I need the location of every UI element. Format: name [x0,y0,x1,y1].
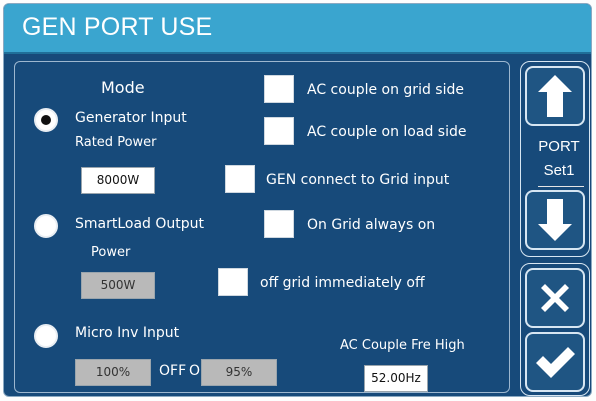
rated-power-field[interactable]: 8000W [81,167,155,194]
ac-couple-fre-high-label: AC Couple Fre High [340,338,465,353]
ac-couple-grid-label: AC couple on grid side [307,82,464,98]
off-grid-immediately-checkbox[interactable] [218,268,248,296]
mode-heading: Mode [101,78,145,97]
radio-selected-dot [41,115,51,125]
page-title: GEN PORT USE [22,13,213,41]
up-arrow-icon [538,75,572,117]
rated-power-label: Rated Power [75,135,157,150]
smartload-output-label: SmartLoad Output [75,216,205,232]
port-label: PORT [538,138,580,155]
port-value: Set1 [543,162,575,179]
off-percent-field[interactable]: 100% [75,359,151,386]
on-grid-always-label: On Grid always on [307,217,436,233]
ac-couple-load-checkbox[interactable] [264,117,294,145]
off-label: OFF [159,363,187,379]
radio-generator-input[interactable] [34,108,58,132]
gen-connect-grid-checkbox[interactable] [225,165,255,193]
ac-couple-load-label: AC couple on load side [307,124,467,140]
off-grid-immediately-label: off grid immediately off [260,275,425,291]
gen-connect-grid-label: GEN connect to Grid input [266,172,450,188]
ac-couple-grid-checkbox[interactable] [264,75,294,103]
generator-input-label: Generator Input [75,110,187,126]
radio-micro-inv-input[interactable] [34,324,58,348]
cancel-button[interactable] [525,268,585,328]
port-value-underline [538,186,584,187]
check-icon [536,347,575,378]
confirm-button[interactable] [525,332,585,392]
power-label: Power [91,245,131,260]
port-up-button[interactable] [525,66,585,126]
ac-couple-fre-high-field[interactable]: 52.00Hz [364,365,428,392]
on-grid-always-checkbox[interactable] [264,210,294,238]
app-window: GEN PORT USE Mode Generator Input Rated … [3,3,592,397]
port-down-button[interactable] [525,190,585,250]
title-bar: GEN PORT USE [4,4,591,54]
micro-inv-input-label: Micro Inv Input [75,325,180,341]
on-percent-field[interactable]: 95% [201,359,277,386]
close-icon [541,284,569,312]
power-field[interactable]: 500W [81,272,155,299]
radio-smartload-output[interactable] [34,214,58,238]
down-arrow-icon [538,199,572,241]
